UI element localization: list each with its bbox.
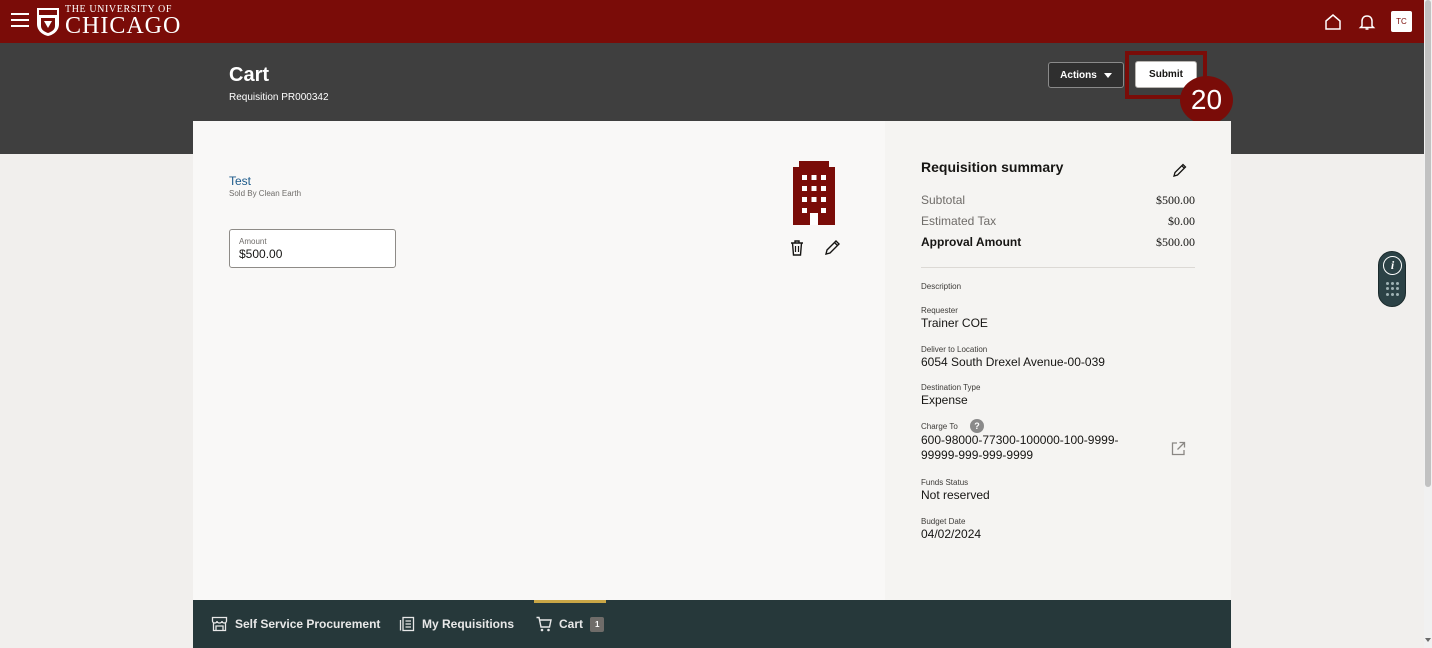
- store-icon: [211, 616, 228, 632]
- amount-input[interactable]: Amount $500.00: [229, 229, 396, 268]
- building-icon: [793, 161, 835, 225]
- bell-icon[interactable]: [1357, 12, 1377, 32]
- scrollbar-thumb[interactable]: [1425, 0, 1431, 487]
- destination-value: Expense: [921, 393, 968, 407]
- info-icon: i: [1383, 256, 1402, 275]
- budget-label: Budget Date: [921, 517, 966, 526]
- deliver-label: Deliver to Location: [921, 345, 988, 354]
- step-badge: 20: [1180, 76, 1233, 124]
- description-label: Description: [921, 282, 962, 291]
- logo-big-text: CHICAGO: [65, 13, 182, 39]
- page-subtitle: Requisition PR000342: [229, 92, 329, 103]
- divider: [921, 267, 1195, 268]
- item-seller: Sold By Clean Earth: [229, 189, 302, 198]
- item-name-link[interactable]: Test: [229, 174, 251, 188]
- tab-my-requisitions[interactable]: My Requisitions: [399, 600, 514, 648]
- tax-label: Estimated Tax: [921, 214, 997, 228]
- amount-label: Amount: [239, 237, 267, 246]
- tax-row: Estimated Tax $0.00: [921, 214, 1195, 229]
- caret-down-icon: [1103, 72, 1112, 78]
- charge-value-line2: 99999-999-999-9999: [921, 448, 1034, 462]
- tab-label: My Requisitions: [422, 617, 515, 631]
- scroll-down-icon[interactable]: [1425, 638, 1431, 642]
- cart-count-badge: 1: [590, 616, 605, 632]
- tab-label: Self Service Procurement: [235, 617, 381, 631]
- amount-value: $500.00: [239, 247, 283, 261]
- destination-label: Destination Type: [921, 383, 981, 392]
- bottom-tab-bar: Self Service Procurement My Requisitions…: [193, 600, 1231, 648]
- funds-label: Funds Status: [921, 478, 969, 487]
- approval-label: Approval Amount: [921, 235, 1022, 249]
- funds-value: Not reserved: [921, 488, 990, 502]
- university-logo[interactable]: THE UNIVERSITY OF CHICAGO: [36, 5, 181, 38]
- deliver-value: 6054 South Drexel Avenue-00-039: [921, 355, 1105, 369]
- requisition-summary-panel: Requisition summary Subtotal $500.00 Est…: [885, 121, 1231, 601]
- requisitions-icon: [399, 616, 415, 632]
- requester-label: Requester: [921, 306, 958, 315]
- approval-row: Approval Amount $500.00: [921, 235, 1195, 250]
- cart-items-panel: Test Sold By Clean Earth Amount $500.00: [193, 121, 885, 601]
- grip-dots-icon: [1386, 282, 1400, 296]
- top-header: THE UNIVERSITY OF CHICAGO TC: [0, 0, 1424, 43]
- pencil-icon[interactable]: [1172, 162, 1188, 178]
- tab-cart[interactable]: Cart 1: [536, 600, 605, 648]
- page-title: Cart: [229, 64, 270, 86]
- actions-button[interactable]: Actions: [1048, 62, 1124, 88]
- tab-self-service-procurement[interactable]: Self Service Procurement: [211, 600, 380, 648]
- cart-icon: [536, 616, 552, 632]
- shield-icon: [37, 7, 59, 36]
- approval-value: $500.00: [1156, 235, 1195, 249]
- home-icon[interactable]: [1323, 12, 1343, 32]
- help-icon[interactable]: ?: [970, 419, 984, 433]
- budget-value: 04/02/2024: [921, 527, 982, 541]
- subtotal-value: $500.00: [1156, 193, 1195, 207]
- subtotal-label: Subtotal: [921, 193, 966, 207]
- charge-value-line1: 600-98000-77300-100000-100-9999-: [921, 433, 1119, 447]
- charge-label: Charge To: [921, 422, 958, 431]
- tab-label: Cart: [559, 617, 584, 631]
- menu-icon[interactable]: [11, 13, 29, 27]
- actions-label: Actions: [1060, 69, 1097, 81]
- help-widget[interactable]: i: [1378, 251, 1406, 307]
- pencil-icon[interactable]: [823, 239, 841, 257]
- user-avatar[interactable]: TC: [1391, 11, 1412, 32]
- subtotal-row: Subtotal $500.00: [921, 193, 1195, 208]
- requester-value: Trainer COE: [921, 316, 988, 330]
- trash-icon[interactable]: [789, 239, 805, 257]
- external-link-icon[interactable]: [1171, 441, 1186, 456]
- summary-title: Requisition summary: [921, 159, 1064, 175]
- tax-value: $0.00: [1168, 214, 1195, 228]
